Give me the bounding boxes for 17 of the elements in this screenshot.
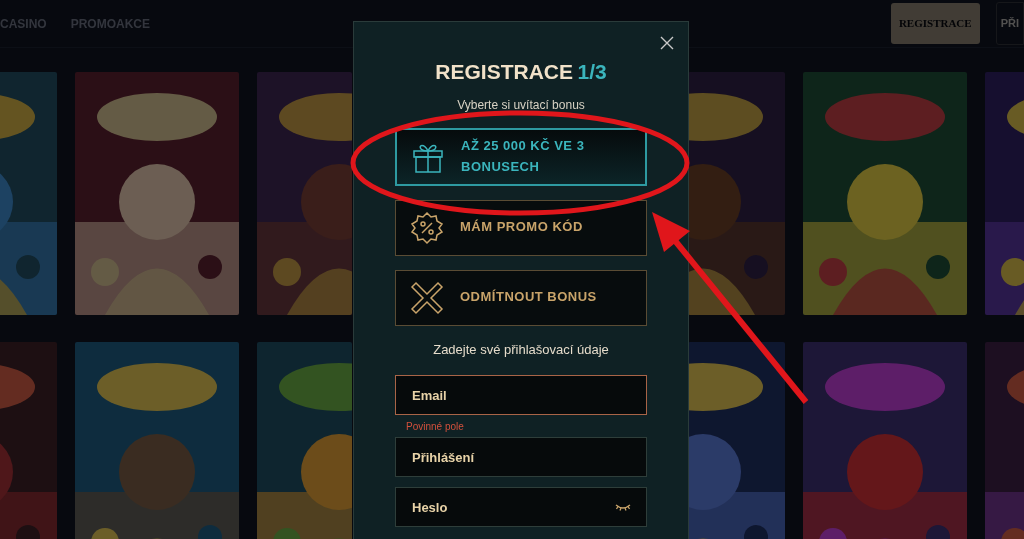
input-field[interactable]: Heslo (395, 487, 647, 527)
eye-closed-icon[interactable] (615, 503, 631, 511)
cross-icon (410, 280, 444, 315)
step-indicator: 1/3 (577, 60, 607, 83)
bonus-option[interactable]: MÁM PROMO KÓD (395, 199, 647, 256)
subtitle: Vyberte si uvítací bonus (456, 96, 586, 114)
instruction-text: Zadejte své přihlašovací údaje (432, 340, 610, 359)
percent-badge-icon (410, 210, 444, 245)
login-button[interactable]: PŘI (995, 2, 1024, 45)
close-button[interactable] (658, 34, 676, 52)
modal-title: REGISTRACE (435, 60, 573, 83)
input-field[interactable]: Přihlášení (395, 437, 647, 477)
register-button[interactable]: REGISTRACE (890, 3, 980, 44)
bonus-option[interactable]: ODMÍTNOUT BONUS (395, 269, 647, 326)
error-text: Povinné pole (405, 420, 465, 434)
bonus-option[interactable]: AŽ 25 000 KČ VE 3 BONUSECH (395, 127, 647, 186)
input-field[interactable]: Email (395, 375, 647, 415)
